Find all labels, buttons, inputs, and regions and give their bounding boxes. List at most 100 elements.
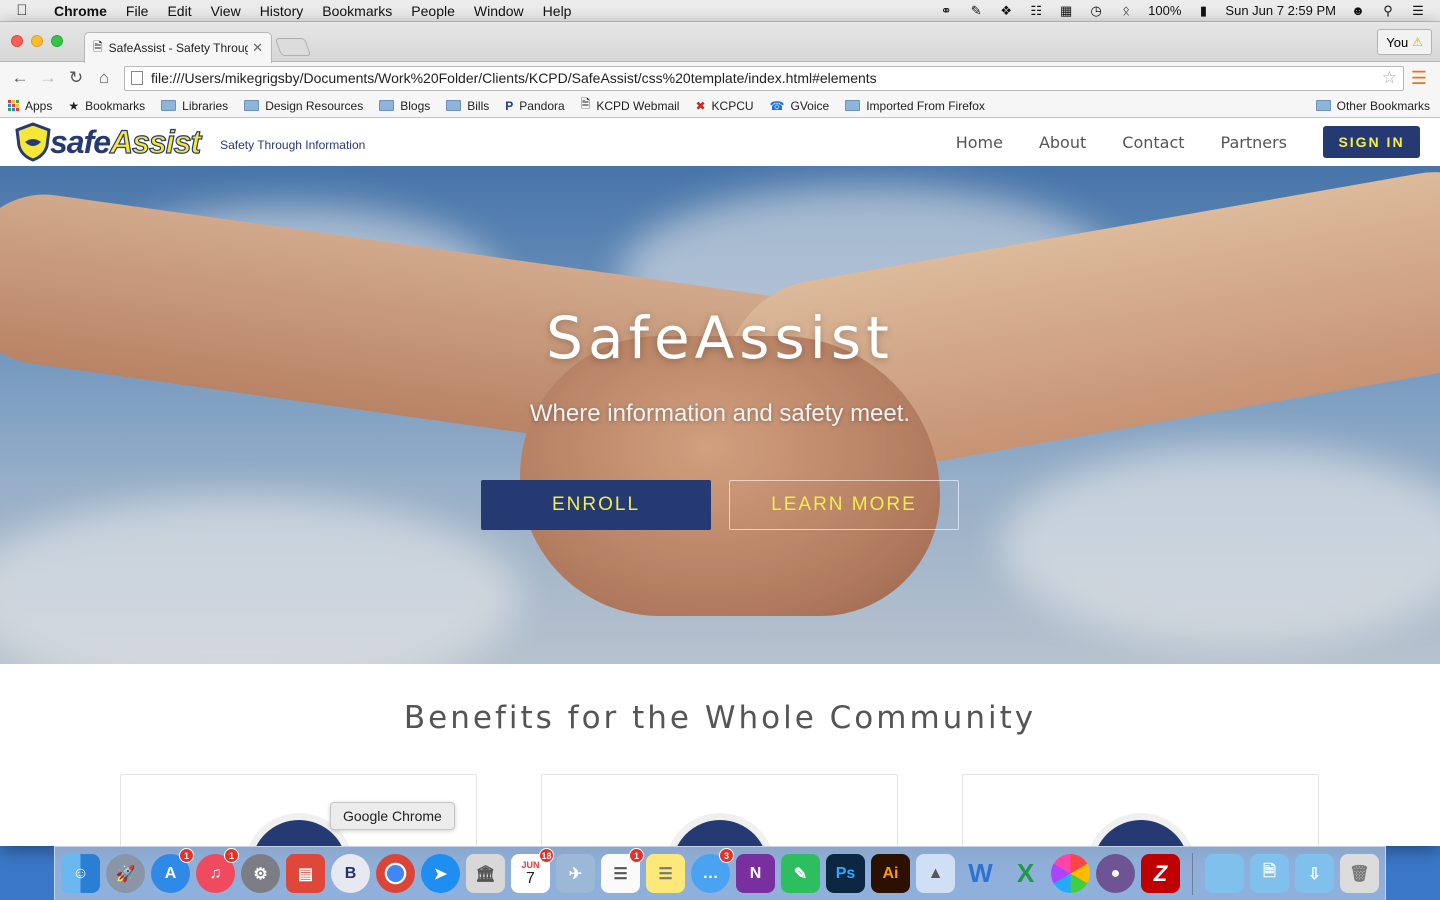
bookmark-libraries[interactable]: Libraries — [161, 99, 228, 113]
menu-window[interactable]: Window — [474, 3, 524, 19]
close-tab-icon[interactable]: ✕ — [252, 40, 263, 56]
nav-home[interactable]: Home — [956, 133, 1003, 152]
remote-desktop-icon[interactable]: ▤ — [286, 854, 325, 893]
menu-edit[interactable]: Edit — [167, 3, 191, 19]
safari-icon[interactable]: ➤ — [421, 854, 460, 893]
bookmark-design-resources[interactable]: Design Resources — [244, 99, 363, 113]
preview-icon[interactable]: ✈ — [556, 854, 595, 893]
reload-button[interactable]: ↻ — [62, 68, 90, 88]
forward-button[interactable]: → — [34, 68, 62, 88]
chrome-menu-icon[interactable]: ☰ — [1404, 68, 1434, 89]
nav-about[interactable]: About — [1039, 133, 1086, 152]
github-icon[interactable]: ● — [1096, 854, 1135, 893]
learn-more-button[interactable]: LEARN MORE — [729, 480, 959, 530]
bookmark-label: Blogs — [400, 98, 431, 113]
menu-bookmarks[interactable]: Bookmarks — [322, 3, 392, 19]
messages-icon[interactable]: … 3 — [691, 848, 734, 893]
kcpcu-icon: ✖ — [695, 98, 706, 113]
excel-icon[interactable]: X — [1006, 854, 1045, 893]
bluetooth-icon[interactable]: ᛟ — [1118, 3, 1134, 18]
finder-icon[interactable]: ☺ — [61, 854, 100, 893]
bookmark-gvoice[interactable]: ☎ GVoice — [770, 99, 830, 113]
app-store-icon[interactable]: A1 — [151, 848, 194, 893]
bookmark-kcpcu[interactable]: ✖ KCPCU — [695, 99, 753, 113]
enroll-button[interactable]: ENROLL — [481, 480, 711, 530]
url-text[interactable]: file:///Users/mikegrigsby/Documents/Work… — [151, 70, 1382, 86]
address-bar[interactable]: file:///Users/mikegrigsby/Documents/Work… — [124, 65, 1404, 91]
bookmark-bookmarks[interactable]: ★ Bookmarks — [68, 99, 145, 113]
launchpad-icon[interactable]: 🚀 — [106, 854, 145, 893]
bookmark-kcpd-webmail[interactable]: 🗎 KCPD Webmail — [581, 95, 680, 116]
onenote-icon[interactable]: N — [736, 854, 775, 893]
trash-icon[interactable]: 🗑 — [1340, 854, 1379, 893]
time-machine-icon[interactable]: ◷ — [1088, 3, 1104, 18]
apps-grid-icon — [8, 100, 19, 111]
browser-toolbar: ← → ↻ ⌂ file:///Users/mikegrigsby/Docume… — [0, 62, 1440, 94]
user-icon[interactable]: ☻ — [1350, 3, 1366, 18]
itunes-icon[interactable]: ♫ 1 — [196, 848, 239, 893]
reminders-icon[interactable]: ☰ 1 — [601, 848, 644, 893]
minimize-window-button[interactable] — [31, 35, 43, 47]
home-button[interactable]: ⌂ — [90, 68, 118, 88]
back-button[interactable]: ← — [6, 68, 34, 88]
memory-icon[interactable]: ▦ — [1058, 3, 1074, 18]
menu-file[interactable]: File — [126, 3, 149, 19]
browser-tab-active[interactable]: 🗎 SafeAssist - Safety Through Informatio… — [84, 32, 272, 63]
filezilla-icon[interactable]: Z — [1141, 854, 1180, 893]
menu-view[interactable]: View — [211, 3, 241, 19]
documents-folder-icon[interactable]: 🗎 — [1250, 854, 1289, 893]
applications-folder-icon[interactable] — [1205, 854, 1244, 893]
maximize-window-button[interactable] — [51, 35, 63, 47]
bookmark-apps[interactable]: Apps — [8, 99, 52, 113]
menu-app-name[interactable]: Chrome — [54, 3, 107, 19]
bookmark-imported-firefox[interactable]: Imported From Firefox — [845, 99, 985, 113]
logo-wordmark: safeAssist — [50, 123, 202, 161]
photoshop-icon[interactable]: Ps — [826, 854, 865, 893]
menu-history[interactable]: History — [260, 3, 304, 19]
nav-partners[interactable]: Partners — [1221, 133, 1287, 152]
wifi-icon[interactable]: ☷ — [1028, 3, 1044, 18]
spotlight-search-icon[interactable]: ⚲ — [1380, 3, 1396, 18]
illustrator-icon[interactable]: Ai — [871, 854, 910, 893]
dropbox-icon[interactable]: ❖ — [998, 3, 1014, 18]
bookmark-label: Pandora — [519, 98, 565, 113]
notification-center-icon[interactable]: ☰ — [1410, 3, 1426, 18]
notes-icon[interactable]: ☰ — [646, 854, 685, 893]
evernote-app-icon[interactable]: ✎ — [781, 854, 820, 893]
chrome-icon[interactable] — [376, 854, 415, 893]
status-area: ⚭ ✎ ❖ ☷ ▦ ◷ ᛟ 100% ▮ Sun Jun 7 2:59 PM ☻… — [938, 3, 1440, 18]
sign-in-button[interactable]: SIGN IN — [1323, 126, 1420, 158]
evernote-icon[interactable]: ✎ — [968, 3, 984, 18]
creative-cloud-icon[interactable]: ⚭ — [938, 3, 954, 18]
profile-button[interactable]: You ⚠ — [1377, 29, 1432, 55]
clock[interactable]: Sun Jun 7 2:59 PM — [1225, 3, 1336, 18]
new-tab-button[interactable] — [274, 38, 312, 56]
menu-people[interactable]: People — [411, 3, 455, 19]
site-logo[interactable]: safeAssist Safety Through Information — [14, 122, 365, 162]
battery-icon[interactable]: ▮ — [1195, 3, 1211, 18]
main-nav: Home About Contact Partners SIGN IN — [956, 126, 1420, 158]
macos-dock: ☺ 🚀 A1 ♫ 1 ⚙ ▤ B ➤ 🏛 JUN 7 18 ✈ ☰ 1 ☰ … 3 N… — [54, 846, 1386, 900]
apple-menu-icon[interactable]:  — [0, 2, 44, 19]
messages-badge: 3 — [719, 848, 734, 863]
benefit-icon-circle — [664, 813, 775, 846]
system-preferences-icon[interactable]: ⚙ — [241, 854, 280, 893]
bookmark-pandora[interactable]: P Pandora — [505, 99, 564, 113]
macos-menubar:  Chrome File Edit View History Bookmark… — [0, 0, 1440, 22]
library-icon[interactable]: 🏛 — [466, 854, 505, 893]
shield-handshake-icon — [14, 122, 52, 162]
calendar-icon[interactable]: JUN 7 18 — [511, 848, 554, 893]
downloads-folder-icon[interactable]: ⇩ — [1295, 854, 1334, 893]
menu-help[interactable]: Help — [543, 3, 572, 19]
word-icon[interactable]: W — [961, 854, 1000, 893]
close-window-button[interactable] — [11, 35, 23, 47]
bookmark-blogs[interactable]: Blogs — [379, 99, 430, 113]
bookmark-bills[interactable]: Bills — [446, 99, 489, 113]
calendar-day: 7 — [526, 869, 535, 887]
nav-contact[interactable]: Contact — [1122, 133, 1184, 152]
keynote-icon[interactable]: ▲ — [916, 854, 955, 893]
bookmark-star-icon[interactable]: ☆ — [1382, 68, 1397, 88]
bookmark-other[interactable]: Other Bookmarks — [1315, 99, 1430, 113]
photos-icon[interactable] — [1051, 854, 1090, 893]
bbedit-icon[interactable]: B — [331, 854, 370, 893]
